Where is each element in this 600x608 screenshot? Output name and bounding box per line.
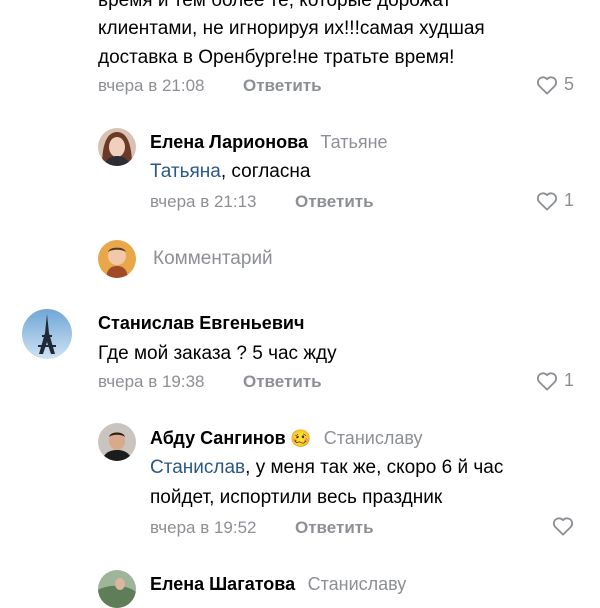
heart-icon <box>552 517 574 536</box>
comment-text: Где мой заказа ? 5 час жду <box>98 343 337 364</box>
reply-button[interactable]: Ответить <box>295 518 374 538</box>
avatar[interactable] <box>98 570 136 608</box>
reply-text-line: Станислав, у меня так же, скоро 6 й час <box>150 455 503 480</box>
like-button[interactable] <box>552 516 574 536</box>
author-name[interactable]: Абду Сангинов <box>150 428 286 448</box>
like-count: 1 <box>564 190 575 210</box>
comment-time: вчера в 21:13 <box>150 192 257 211</box>
mention-link[interactable]: Татьяна <box>150 161 221 182</box>
reply-to[interactable]: Станиславу <box>324 428 423 448</box>
author-name[interactable]: Елена Ларионова <box>150 132 308 152</box>
like-button[interactable]: 1 <box>536 370 574 391</box>
reply-to[interactable]: Станиславу <box>308 574 407 594</box>
comment-text-line: клиентами, не игнорируя их!!!самая худша… <box>98 18 485 39</box>
reply-button[interactable]: Ответить <box>243 372 322 392</box>
like-button[interactable]: 1 <box>536 190 574 211</box>
reply-button[interactable]: Ответить <box>295 192 374 212</box>
reply-text-body: , согласна <box>220 161 311 182</box>
avatar[interactable] <box>22 309 72 359</box>
comment-text-line: доставка в Оренбурге!не тратьте время! <box>98 47 455 68</box>
comment-input[interactable]: Комментарий <box>153 248 273 270</box>
author-name[interactable]: Станислав Евгеньевич <box>98 313 304 334</box>
comment-time: вчера в 19:52 <box>150 518 257 537</box>
heart-icon <box>536 371 558 391</box>
mention-link[interactable]: Станислав <box>150 457 245 478</box>
avatar[interactable] <box>98 423 136 461</box>
author-name[interactable]: Елена Шагатова <box>150 574 295 594</box>
comment-text-line: время и тем более те, которые дорожат <box>98 0 452 11</box>
avatar[interactable] <box>98 128 136 166</box>
reply-text-body: , у меня так же, скоро 6 й час <box>245 457 504 478</box>
reply-to[interactable]: Татьяне <box>320 132 387 152</box>
comment-time: вчера в 21:08 <box>98 76 205 95</box>
reply-text-line: пойдет, испортили весь праздник <box>150 487 443 508</box>
author-emoji: 🥴 <box>290 429 312 448</box>
comment-time: вчера в 19:38 <box>98 372 205 391</box>
heart-icon <box>536 191 558 211</box>
reply-text: Татьяна, согласна <box>150 159 310 184</box>
like-count: 5 <box>564 74 575 94</box>
reply-button[interactable]: Ответить <box>243 76 322 96</box>
like-button[interactable]: 5 <box>536 74 574 95</box>
heart-icon <box>536 75 558 95</box>
like-count: 1 <box>564 370 575 390</box>
current-user-avatar <box>98 240 136 278</box>
